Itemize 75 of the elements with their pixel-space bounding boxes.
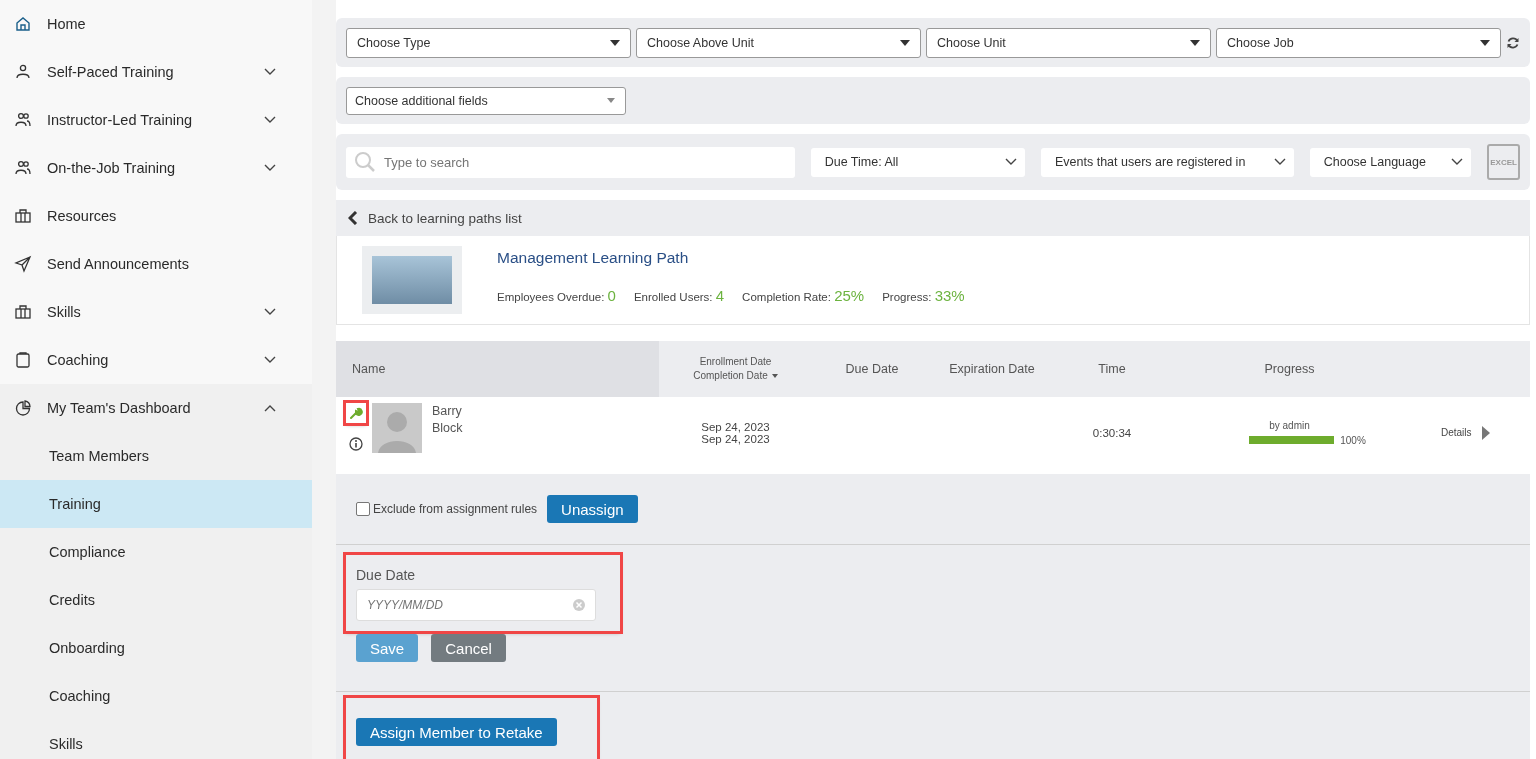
sidebar-item[interactable]: Skills (0, 288, 312, 336)
sidebar-item[interactable]: Resources (0, 192, 312, 240)
progress-by: by admin (1269, 419, 1310, 431)
info-icon[interactable] (349, 437, 363, 451)
person-icon (14, 63, 32, 81)
filter-dropdown[interactable]: Choose Unit (926, 27, 1211, 58)
people-icon (14, 111, 32, 129)
chevron-icon (1004, 158, 1017, 166)
progress-reading: 100% (1340, 434, 1366, 446)
play-arrow-icon[interactable] (1481, 425, 1490, 440)
briefcase-icon (14, 207, 32, 225)
assign-retake-button[interactable]: Assign Member to Retake (356, 718, 557, 746)
filter-dropdown[interactable]: Choose Above Unit (636, 27, 921, 58)
sidebar-subitem[interactable]: Training (0, 480, 312, 528)
column-header[interactable]: Progress (1172, 341, 1407, 397)
due-date-label: Due Date (356, 567, 417, 583)
send-icon (14, 255, 32, 273)
column-header[interactable]: Name (336, 341, 659, 397)
wrench-icon[interactable] (346, 403, 366, 423)
back-chevron-icon (348, 211, 358, 225)
search-icon (354, 151, 376, 173)
refresh-icon[interactable] (1506, 35, 1520, 50)
filter-select[interactable]: Due Time: All (810, 147, 1025, 177)
clipboard-icon (14, 351, 32, 369)
sidebar-subitem[interactable]: Team Members (0, 432, 312, 480)
sidebar-item[interactable]: Home (0, 0, 312, 48)
pie-icon (14, 399, 32, 417)
time-spent: 0:30:34 (1092, 426, 1132, 439)
details-link[interactable]: Details (1441, 427, 1472, 438)
sidebar-item[interactable]: On-the-Job Training (0, 144, 312, 192)
avatar-silhouette (372, 403, 422, 453)
chevron-icon (264, 308, 276, 316)
stat-label: Enrolled Users: 4 (633, 286, 725, 304)
chevron-icon (264, 164, 276, 172)
sidebar-subitem[interactable]: Credits (0, 576, 312, 624)
stat-label: Employees Overdue: 0 (497, 286, 616, 304)
additional-fields-dropdown[interactable]: Choose additional fields (346, 86, 626, 115)
chevron-icon (1273, 158, 1286, 166)
filter-select[interactable]: Choose Language (1309, 147, 1472, 177)
exclude-checkbox[interactable] (356, 502, 370, 516)
column-header[interactable]: Time (1052, 341, 1172, 397)
chevron-icon (1451, 158, 1464, 166)
due-date-field[interactable]: YYYY/MM/DD (356, 589, 596, 621)
learning-path-title[interactable]: Management Learning Path (497, 248, 965, 267)
unassign-button[interactable]: Unassign (547, 495, 638, 523)
stat-label: Progress: 33% (882, 286, 965, 304)
filter-select[interactable]: Events that users are registered in (1040, 147, 1294, 177)
column-header[interactable]: Expiration Date (932, 341, 1052, 397)
sidebar-item[interactable]: Self-Paced Training (0, 48, 312, 96)
cancel-button[interactable]: Cancel (431, 634, 506, 662)
stat-label: Completion Rate: 25% (742, 286, 865, 304)
checkbox-label[interactable]: Exclude from assignment rules (373, 502, 538, 516)
sidebar-item[interactable]: My Team's Dashboard (0, 384, 312, 432)
sidebar-subitem[interactable]: Onboarding (0, 624, 312, 672)
sidebar-item[interactable]: Send Announcements (0, 240, 312, 288)
completion-date: Sep 24, 2023 (701, 432, 770, 445)
sidebar-item[interactable]: Coaching (0, 336, 312, 384)
sidebar-subitem[interactable]: Compliance (0, 528, 312, 576)
chevron-icon (264, 356, 276, 364)
people-icon (14, 159, 32, 177)
user-name[interactable]: Barry Block (432, 403, 463, 437)
enrollment-date: Sep 24, 2023 (701, 420, 770, 433)
back-link[interactable]: Back to learning paths list (336, 200, 1530, 236)
filter-dropdown[interactable]: Choose Job (1216, 27, 1501, 58)
chevron-icon (264, 68, 276, 76)
filter-dropdown[interactable]: Choose Type (346, 27, 631, 58)
sidebar-subitem[interactable]: Coaching (0, 672, 312, 720)
chevron-icon (264, 404, 276, 412)
sidebar-item[interactable]: Instructor-Led Training (0, 96, 312, 144)
column-header[interactable]: Enrollment Date Completion Date (659, 341, 812, 397)
briefcase-icon (14, 303, 32, 321)
column-header[interactable]: Due Date (812, 341, 932, 397)
sidebar-subitem[interactable]: Skills (0, 720, 312, 759)
chevron-icon (264, 116, 276, 124)
home-icon (14, 15, 32, 33)
